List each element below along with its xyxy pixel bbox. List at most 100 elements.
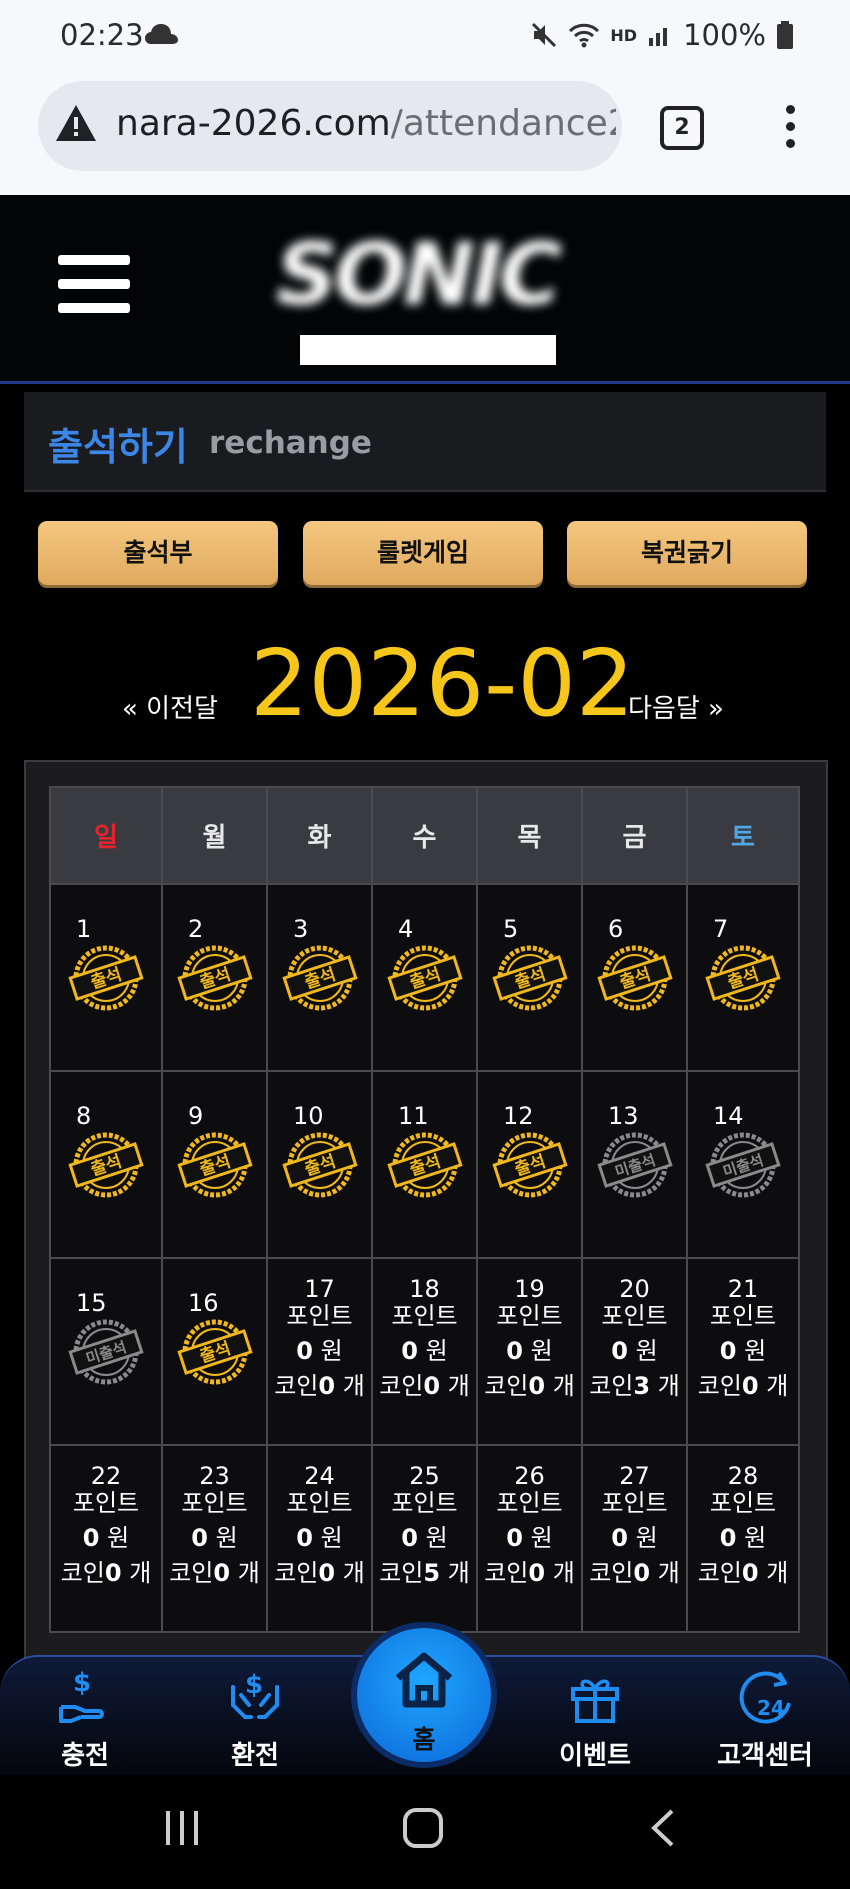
coins-unit: 개 (447, 1559, 470, 1587)
calendar-day-25[interactable]: 25 포인트 0 원 코인5 개 (371, 1444, 478, 1633)
calendar-day-15[interactable]: 15 미출석 (49, 1257, 163, 1446)
nav-home-label: 홈 (412, 1725, 436, 1754)
status-bar: 02:23 HD 100% (0, 0, 850, 75)
calendar-day-19[interactable]: 19 포인트 0 원 코인0 개 (476, 1257, 583, 1446)
coins-label: 코인 (697, 1372, 742, 1400)
browser-menu-icon[interactable] (786, 105, 796, 156)
attended-stamp-icon: 출석 (705, 945, 781, 1011)
day-reward-info: 포인트 0 원 코인3 개 (583, 1299, 686, 1404)
gift-icon (571, 1679, 619, 1723)
attended-stamp-icon: 출석 (68, 1132, 144, 1198)
day-number: 12 (503, 1102, 534, 1130)
nav-support[interactable]: 24 고객센터 (705, 1657, 825, 1777)
system-navigation-bar (0, 1775, 850, 1889)
tab-switcher-button[interactable]: 2 (660, 106, 704, 150)
absent-stamp-icon: 미출석 (596, 1132, 673, 1198)
page-subtitle: rechange (209, 425, 372, 461)
points-value: 0 (611, 1524, 628, 1552)
calendar-day-13[interactable]: 13 미출석 (581, 1070, 688, 1259)
points-label: 포인트 (709, 1302, 777, 1330)
calendar-day-8[interactable]: 8 출석 (49, 1070, 163, 1259)
calendar-day-23[interactable]: 23 포인트 0 원 코인0 개 (161, 1444, 268, 1633)
coins-label: 코인 (60, 1559, 105, 1587)
day-reward-info: 포인트 0 원 코인0 개 (688, 1486, 798, 1591)
prev-month-link[interactable]: « 이전달 (122, 688, 218, 725)
attended-stamp-icon: 출석 (281, 1132, 358, 1198)
calendar-day-16[interactable]: 16 출석 (161, 1257, 268, 1446)
coins-unit: 개 (342, 1559, 365, 1587)
calendar-day-1[interactable]: 1 출석 (49, 883, 163, 1072)
attended-stamp-icon: 출석 (491, 945, 568, 1011)
svg-text:$: $ (245, 1670, 263, 1700)
day-number: 6 (608, 915, 624, 943)
nav-exchange[interactable]: $ 환전 (195, 1657, 315, 1777)
day-reward-info: 포인트 0 원 코인0 개 (268, 1299, 371, 1404)
next-month-link[interactable]: 다음달 » (628, 688, 724, 725)
attendance-calendar: 일 월 화 수 목 금 토 1 출석 2 출석 3 출석 4 출석 5 출석 6 출석 7 출석 8 출석 9 출… (49, 786, 800, 1633)
calendar-day-20[interactable]: 20 포인트 0 원 코인3 개 (581, 1257, 688, 1446)
calendar-day-26[interactable]: 26 포인트 0 원 코인0 개 (476, 1444, 583, 1633)
coins-value: 0 (423, 1372, 441, 1400)
coins-value: 0 (104, 1559, 122, 1587)
calendar-day-24[interactable]: 24 포인트 0 원 코인0 개 (266, 1444, 373, 1633)
points-label: 포인트 (496, 1302, 563, 1330)
coins-label: 코인 (274, 1372, 319, 1400)
calendar-day-10[interactable]: 10 출석 (266, 1070, 373, 1259)
points-value: 0 (506, 1337, 523, 1365)
exchange-icon: $ (231, 1670, 279, 1719)
calendar-day-7[interactable]: 7 출석 (686, 883, 800, 1072)
calendar-day-21[interactable]: 21 포인트 0 원 코인0 개 (686, 1257, 800, 1446)
calendar-day-12[interactable]: 12 출석 (476, 1070, 583, 1259)
weekday-fri: 금 (581, 786, 688, 885)
address-bar[interactable]: nara-2026.com/attendance2 (38, 81, 622, 171)
attendance-book-button[interactable]: 출석부 (38, 521, 278, 585)
calendar-day-17[interactable]: 17 포인트 0 원 코인0 개 (266, 1257, 373, 1446)
back-system-button[interactable] (648, 1807, 678, 1849)
warning-icon[interactable] (54, 103, 98, 143)
scratch-lottery-button[interactable]: 복권긁기 (567, 521, 807, 585)
home-icon (395, 1652, 453, 1708)
points-label: 포인트 (72, 1489, 140, 1517)
weather-icon (145, 24, 178, 44)
nav-event-label: 이벤트 (559, 1741, 631, 1771)
calendar-day-6[interactable]: 6 출석 (581, 883, 688, 1072)
coins-unit: 개 (237, 1559, 260, 1587)
attended-stamp-icon: 출석 (386, 1132, 463, 1198)
points-unit: 원 (425, 1524, 448, 1552)
recent-apps-button[interactable] (162, 1807, 202, 1847)
nav-deposit[interactable]: $ 충전 (25, 1657, 145, 1777)
calendar-day-27[interactable]: 27 포인트 0 원 코인0 개 (581, 1444, 688, 1633)
day-number: 9 (188, 1102, 204, 1130)
absent-stamp-icon: 미출석 (705, 1132, 781, 1198)
day-number: 1 (76, 915, 92, 943)
coins-label: 코인 (379, 1372, 424, 1400)
hamburger-menu-icon[interactable] (58, 255, 130, 327)
calendar-day-22[interactable]: 22 포인트 0 원 코인0 개 (49, 1444, 163, 1633)
calendar-day-9[interactable]: 9 출석 (161, 1070, 268, 1259)
coins-value: 0 (318, 1559, 336, 1587)
calendar-day-28[interactable]: 28 포인트 0 원 코인0 개 (686, 1444, 800, 1633)
site-logo[interactable]: SONIC (276, 225, 586, 365)
points-value: 0 (719, 1524, 737, 1552)
nav-home-button[interactable]: 홈 (357, 1628, 491, 1762)
battery-percent: 100% (683, 18, 766, 52)
calendar-day-18[interactable]: 18 포인트 0 원 코인0 개 (371, 1257, 478, 1446)
attended-stamp-icon: 출석 (386, 945, 463, 1011)
wifi-icon (569, 23, 600, 48)
coins-unit: 개 (342, 1372, 365, 1400)
calendar-day-14[interactable]: 14 미출석 (686, 1070, 800, 1259)
calendar-day-5[interactable]: 5 출석 (476, 883, 583, 1072)
calendar-day-3[interactable]: 3 출석 (266, 883, 373, 1072)
calendar-week-row: 1 출석 2 출석 3 출석 4 출석 5 출석 6 출석 7 출석 (49, 883, 800, 1072)
url-text[interactable]: nara-2026.com/attendance2 (116, 103, 616, 144)
nav-event[interactable]: 이벤트 (535, 1657, 655, 1777)
calendar-day-4[interactable]: 4 출석 (371, 883, 478, 1072)
calendar-day-11[interactable]: 11 출석 (371, 1070, 478, 1259)
status-icons: HD 100% (530, 18, 794, 52)
points-unit: 원 (215, 1524, 238, 1552)
weekday-tue: 화 (266, 786, 373, 885)
home-system-button[interactable] (402, 1807, 444, 1849)
points-value: 0 (719, 1337, 737, 1365)
calendar-day-2[interactable]: 2 출석 (161, 883, 268, 1072)
roulette-game-button[interactable]: 룰렛게임 (303, 521, 543, 585)
